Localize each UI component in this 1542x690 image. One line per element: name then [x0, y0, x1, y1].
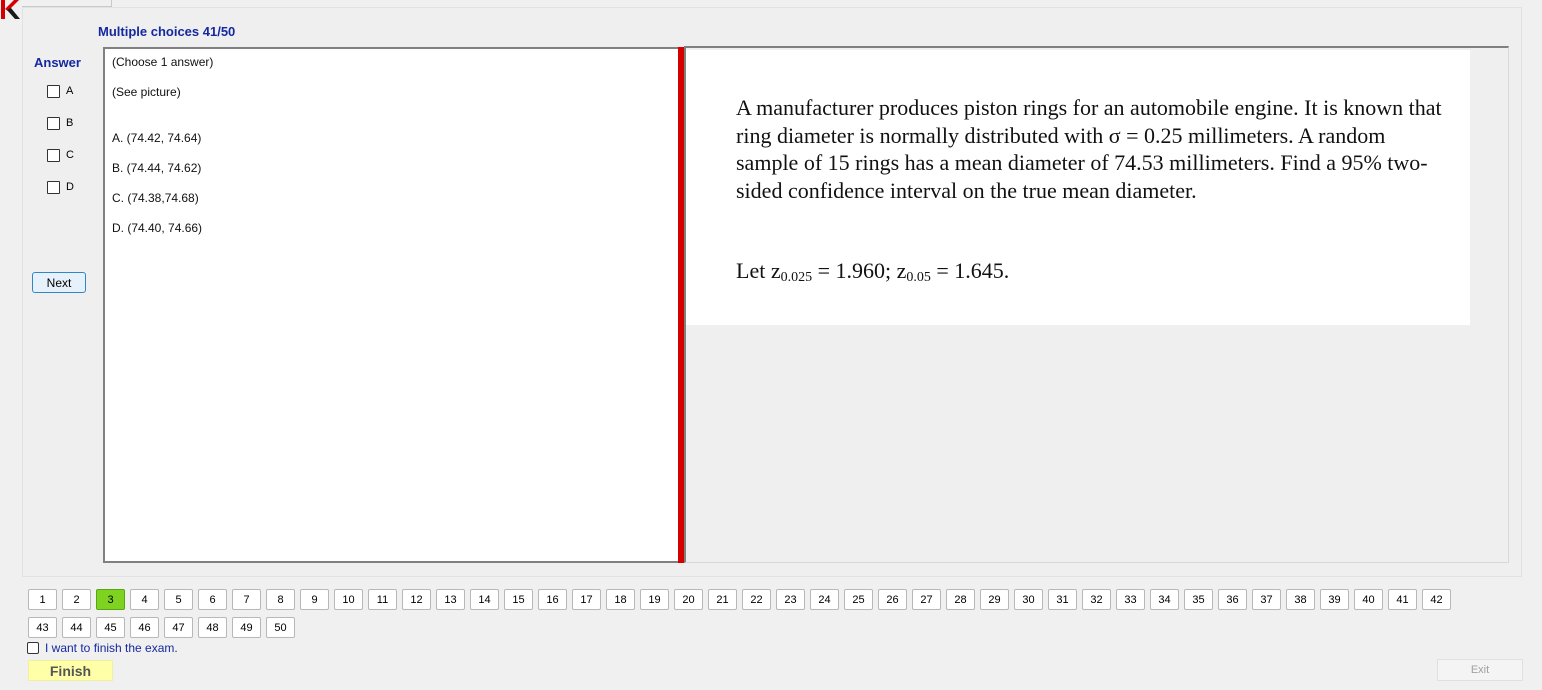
question-nav-button[interactable]: 36 [1218, 589, 1247, 610]
z-values-text: Let z0.025 = 1.960; z0.05 = 1.645. [736, 258, 1010, 285]
question-nav-button[interactable]: 45 [96, 617, 125, 638]
see-picture-text: (See picture) [112, 85, 181, 99]
question-nav-button[interactable]: 14 [470, 589, 499, 610]
question-nav-button[interactable]: 46 [130, 617, 159, 638]
question-nav-button[interactable]: 35 [1184, 589, 1213, 610]
question-nav-button[interactable]: 22 [742, 589, 771, 610]
question-nav-button[interactable]: 5 [164, 589, 193, 610]
question-nav-button[interactable]: 34 [1150, 589, 1179, 610]
question-nav-button[interactable]: 30 [1014, 589, 1043, 610]
option-a-text: A. (74.42, 74.64) [112, 131, 202, 145]
question-nav-button[interactable]: 26 [878, 589, 907, 610]
question-nav-button[interactable]: 32 [1082, 589, 1111, 610]
question-text: A manufacturer produces piston rings for… [736, 95, 1442, 203]
choice-b-label: B [66, 117, 74, 129]
finish-exam-check-row[interactable]: I want to finish the exam. [27, 641, 178, 655]
question-nav-button[interactable]: 8 [266, 589, 295, 610]
choice-d-label: D [66, 181, 74, 193]
choice-c-checkbox[interactable] [47, 148, 60, 162]
question-nav-button[interactable]: 21 [708, 589, 737, 610]
instruction-text: (Choose 1 answer) [112, 55, 214, 69]
question-nav-button[interactable]: 15 [504, 589, 533, 610]
question-nav-button[interactable]: 27 [912, 589, 941, 610]
answer-text-box[interactable]: (Choose 1 answer) (See picture) A. (74.4… [103, 47, 679, 563]
finish-exam-label: I want to finish the exam. [45, 641, 178, 655]
question-nav-button[interactable]: 24 [810, 589, 839, 610]
question-nav-button[interactable]: 1 [28, 589, 57, 610]
choice-b-row[interactable]: B [47, 116, 73, 130]
question-nav-button[interactable]: 43 [28, 617, 57, 638]
question-nav-button[interactable]: 40 [1354, 589, 1383, 610]
choice-a-checkbox[interactable] [47, 84, 60, 98]
choice-c-row[interactable]: C [47, 148, 74, 162]
question-nav-button[interactable]: 4 [130, 589, 159, 610]
page-title: Multiple choices 41/50 [98, 24, 236, 39]
question-nav-button[interactable]: 12 [402, 589, 431, 610]
question-nav-button[interactable]: 3 [96, 589, 125, 610]
question-nav-button[interactable]: 48 [198, 617, 227, 638]
question-nav-button[interactable]: 2 [62, 589, 91, 610]
finish-exam-checkbox[interactable] [27, 642, 39, 654]
question-nav-button[interactable]: 13 [436, 589, 465, 610]
choice-a-label: A [66, 85, 74, 97]
answer-label: Answer [34, 55, 81, 70]
question-nav-button[interactable]: 17 [572, 589, 601, 610]
question-nav-button[interactable]: 38 [1286, 589, 1315, 610]
question-nav-button[interactable]: 50 [266, 617, 295, 638]
option-b-text: B. (74.44, 74.62) [112, 161, 202, 175]
question-nav-button[interactable]: 47 [164, 617, 193, 638]
choice-a-row[interactable]: A [47, 84, 73, 98]
question-nav-button[interactable]: 19 [640, 589, 669, 610]
option-c-text: C. (74.38,74.68) [112, 191, 199, 205]
question-nav-button[interactable]: 7 [232, 589, 261, 610]
choice-d-row[interactable]: D [47, 180, 74, 194]
question-nav-button[interactable]: 39 [1320, 589, 1349, 610]
question-nav-button[interactable]: 28 [946, 589, 975, 610]
option-d-text: D. (74.40, 74.66) [112, 221, 203, 235]
question-nav-button[interactable]: 44 [62, 617, 91, 638]
question-nav-button[interactable]: 18 [606, 589, 635, 610]
question-nav-button[interactable]: 20 [674, 589, 703, 610]
question-nav-button[interactable]: 25 [844, 589, 873, 610]
exit-button[interactable]: Exit [1437, 659, 1523, 681]
question-nav-button[interactable]: 31 [1048, 589, 1077, 610]
choice-c-label: C [66, 149, 74, 161]
question-nav-button[interactable]: 23 [776, 589, 805, 610]
top-tab [22, 0, 112, 7]
question-nav-button[interactable]: 33 [1116, 589, 1145, 610]
question-nav-button[interactable]: 29 [980, 589, 1009, 610]
question-nav-button[interactable]: 11 [368, 589, 397, 610]
question-nav-button[interactable]: 42 [1422, 589, 1451, 610]
question-nav-button[interactable]: 16 [538, 589, 567, 610]
question-picture: A manufacturer produces piston rings for… [686, 50, 1470, 325]
choice-b-checkbox[interactable] [47, 116, 60, 130]
finish-button[interactable]: Finish [28, 660, 113, 681]
question-nav-button[interactable]: 41 [1388, 589, 1417, 610]
next-button[interactable]: Next [32, 272, 86, 293]
question-nav-button[interactable]: 10 [334, 589, 363, 610]
choice-d-checkbox[interactable] [47, 180, 60, 194]
question-nav-button[interactable]: 49 [232, 617, 261, 638]
question-nav-button[interactable]: 9 [300, 589, 329, 610]
question-nav-button[interactable]: 6 [198, 589, 227, 610]
app-logo [1, 0, 20, 19]
question-nav-button[interactable]: 37 [1252, 589, 1281, 610]
